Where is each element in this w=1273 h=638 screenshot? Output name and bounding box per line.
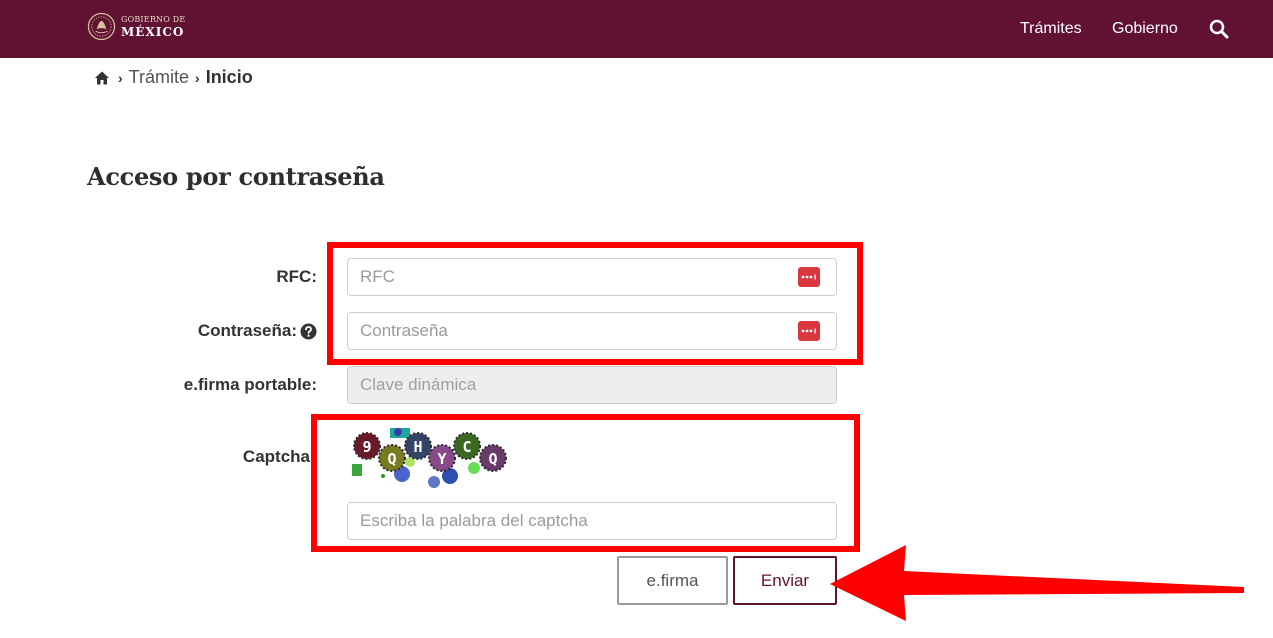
- home-icon[interactable]: [94, 70, 110, 86]
- annotation-box-credentials: [327, 242, 863, 365]
- efirma-button[interactable]: e.firma: [617, 556, 728, 605]
- breadcrumb: › Trámite › Inicio: [94, 67, 253, 88]
- breadcrumb-separator: ›: [195, 69, 200, 86]
- efirma-portable-label: e.firma portable:: [183, 375, 317, 394]
- enviar-button[interactable]: Enviar: [733, 556, 837, 605]
- nav-gobierno-link[interactable]: Gobierno: [1112, 20, 1178, 38]
- top-navbar: GOBIERNO DE MÉXICO Trámites Gobierno: [0, 0, 1273, 58]
- clave-dinamica-input: [348, 367, 836, 403]
- rfc-label: RFC:: [276, 267, 317, 286]
- page-title: Acceso por contraseña: [87, 162, 385, 191]
- password-label-wrapper: Contraseña:: [150, 321, 317, 341]
- breadcrumb-tramite-link[interactable]: Trámite: [129, 67, 189, 88]
- nav-tramites-link[interactable]: Trámites: [1020, 20, 1082, 38]
- efirma-portable-field: [347, 366, 837, 404]
- breadcrumb-current: Inicio: [205, 67, 253, 87]
- annotation-box-captcha: [311, 414, 860, 552]
- question-circle-icon[interactable]: [300, 323, 317, 340]
- seal-icon: [87, 12, 116, 41]
- logo-line1: GOBIERNO DE: [121, 14, 186, 24]
- gobierno-mexico-logo[interactable]: GOBIERNO DE MÉXICO: [87, 12, 185, 41]
- annotation-arrow: [830, 545, 1244, 621]
- captcha-label: Captcha: [242, 447, 310, 466]
- search-icon[interactable]: [1208, 18, 1230, 40]
- password-label: Contraseña:: [197, 321, 297, 340]
- breadcrumb-separator: ›: [118, 69, 123, 86]
- logo-line2: MÉXICO: [121, 24, 185, 39]
